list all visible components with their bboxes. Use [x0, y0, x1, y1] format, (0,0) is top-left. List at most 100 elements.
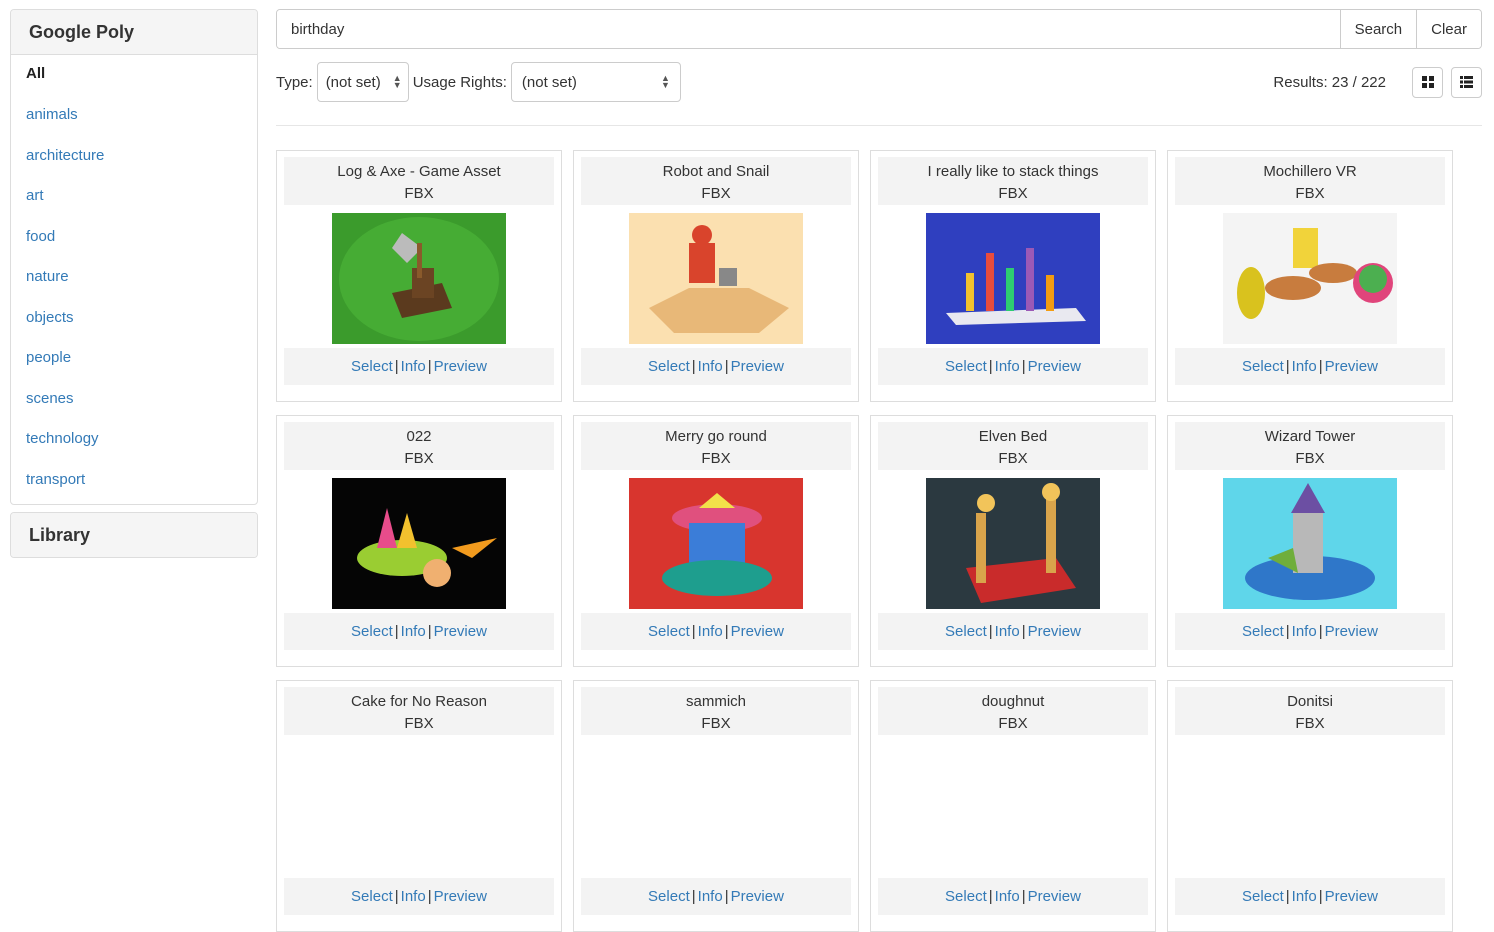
info-link[interactable]: Info — [1292, 358, 1317, 375]
select-link[interactable]: Select — [351, 358, 393, 375]
search-bar: Search Clear — [276, 9, 1482, 49]
preview-link[interactable]: Preview — [731, 623, 784, 640]
category-animals[interactable]: animals — [11, 95, 257, 136]
select-link[interactable]: Select — [1242, 888, 1284, 905]
asset-card-actions: Select | Info | Preview — [284, 878, 554, 915]
info-link[interactable]: Info — [698, 623, 723, 640]
asset-card: I really like to stack things FBX Select | I… — [870, 150, 1156, 402]
category-art[interactable]: art — [11, 176, 257, 217]
info-link[interactable]: Info — [401, 888, 426, 905]
asset-card-header: Elven Bed FBX — [878, 422, 1148, 470]
results-count: Results: 23 / 222 — [1273, 73, 1386, 91]
info-link[interactable]: Info — [698, 358, 723, 375]
asset-thumbnail[interactable] — [1223, 478, 1397, 609]
info-link[interactable]: Info — [1292, 888, 1317, 905]
asset-card: Wizard Tower FBX Select | Info | Preview — [1167, 415, 1453, 667]
asset-card-actions: Select | Info | Preview — [581, 613, 851, 650]
link-separator: | — [988, 888, 993, 905]
asset-thumbnail[interactable] — [629, 743, 803, 874]
info-link[interactable]: Info — [401, 358, 426, 375]
asset-card-header: Donitsi FBX — [1175, 687, 1445, 735]
category-objects[interactable]: objects — [11, 298, 257, 339]
asset-card-actions: Select | Info | Preview — [878, 348, 1148, 385]
preview-link[interactable]: Preview — [1325, 358, 1378, 375]
asset-thumbnail[interactable] — [1223, 743, 1397, 874]
type-select-value: (not set) — [325, 73, 381, 91]
type-select[interactable]: (not set) ▲ ▼ — [316, 62, 409, 102]
link-separator: | — [394, 623, 399, 640]
link-separator: | — [1285, 358, 1290, 375]
info-link[interactable]: Info — [995, 888, 1020, 905]
clear-button[interactable]: Clear — [1416, 10, 1481, 48]
category-architecture[interactable]: architecture — [11, 136, 257, 177]
select-link[interactable]: Select — [1242, 623, 1284, 640]
select-link[interactable]: Select — [945, 623, 987, 640]
asset-card-actions: Select | Info | Preview — [878, 878, 1148, 915]
asset-thumbnail[interactable] — [332, 478, 506, 609]
preview-link[interactable]: Preview — [1028, 888, 1081, 905]
select-link[interactable]: Select — [648, 888, 690, 905]
preview-link[interactable]: Preview — [731, 358, 784, 375]
preview-link[interactable]: Preview — [731, 888, 784, 905]
select-link[interactable]: Select — [945, 888, 987, 905]
info-link[interactable]: Info — [1292, 623, 1317, 640]
select-link[interactable]: Select — [351, 888, 393, 905]
select-link[interactable]: Select — [648, 623, 690, 640]
link-separator: | — [691, 358, 696, 375]
category-all[interactable]: All — [11, 55, 257, 95]
asset-card-actions: Select | Info | Preview — [1175, 878, 1445, 915]
preview-link[interactable]: Preview — [434, 358, 487, 375]
preview-link[interactable]: Preview — [1325, 888, 1378, 905]
category-scenes[interactable]: scenes — [11, 379, 257, 420]
asset-thumbnail[interactable] — [926, 743, 1100, 874]
asset-title: Merry go round — [665, 428, 767, 445]
library-panel-title[interactable]: Library — [11, 513, 257, 557]
link-separator: | — [724, 358, 729, 375]
list-view-button[interactable] — [1451, 66, 1482, 98]
preview-link[interactable]: Preview — [1028, 358, 1081, 375]
preview-link[interactable]: Preview — [1028, 623, 1081, 640]
select-link[interactable]: Select — [1242, 358, 1284, 375]
asset-thumbnail[interactable] — [926, 213, 1100, 344]
asset-card: Mochillero VR FBX Select | Info | Preview — [1167, 150, 1453, 402]
asset-thumbnail[interactable] — [332, 743, 506, 874]
asset-card: Donitsi FBX Select | Info | Preview — [1167, 680, 1453, 932]
usage-rights-select[interactable]: (not set) ▲ ▼ — [510, 62, 681, 102]
asset-title: Mochillero VR — [1263, 163, 1357, 180]
asset-thumbnail[interactable] — [629, 478, 803, 609]
select-link[interactable]: Select — [945, 358, 987, 375]
asset-thumbnail[interactable] — [926, 478, 1100, 609]
info-link[interactable]: Info — [698, 888, 723, 905]
link-separator: | — [1285, 623, 1290, 640]
asset-thumbnail[interactable] — [332, 213, 506, 344]
preview-link[interactable]: Preview — [434, 623, 487, 640]
preview-link[interactable]: Preview — [434, 888, 487, 905]
asset-card: Robot and Snail FBX Select | Info | Preview — [573, 150, 859, 402]
category-transport[interactable]: transport — [11, 460, 257, 501]
link-separator: | — [724, 888, 729, 905]
asset-format: FBX — [1295, 450, 1325, 467]
asset-thumbnail[interactable] — [629, 213, 803, 344]
asset-card-header: Robot and Snail FBX — [581, 157, 851, 205]
asset-card-header: Wizard Tower FBX — [1175, 422, 1445, 470]
asset-card-actions: Select | Info | Preview — [581, 878, 851, 915]
search-input[interactable] — [277, 10, 1340, 48]
select-arrows-icon: ▲ ▼ — [392, 73, 402, 90]
info-link[interactable]: Info — [401, 623, 426, 640]
asset-thumbnail[interactable] — [1223, 213, 1397, 344]
info-link[interactable]: Info — [995, 623, 1020, 640]
asset-card: Merry go round FBX Select | Info | Preview — [573, 415, 859, 667]
select-link[interactable]: Select — [351, 623, 393, 640]
category-food[interactable]: food — [11, 217, 257, 258]
select-link[interactable]: Select — [648, 358, 690, 375]
preview-link[interactable]: Preview — [1325, 623, 1378, 640]
grid-view-button[interactable] — [1412, 66, 1443, 98]
google-poly-panel-title[interactable]: Google Poly — [11, 10, 257, 55]
library-panel: Library — [10, 512, 258, 558]
category-nature[interactable]: nature — [11, 257, 257, 298]
category-people[interactable]: people — [11, 338, 257, 379]
category-technology[interactable]: technology — [11, 419, 257, 460]
search-button[interactable]: Search — [1339, 10, 1417, 48]
asset-title: Wizard Tower — [1264, 428, 1356, 445]
info-link[interactable]: Info — [995, 358, 1020, 375]
